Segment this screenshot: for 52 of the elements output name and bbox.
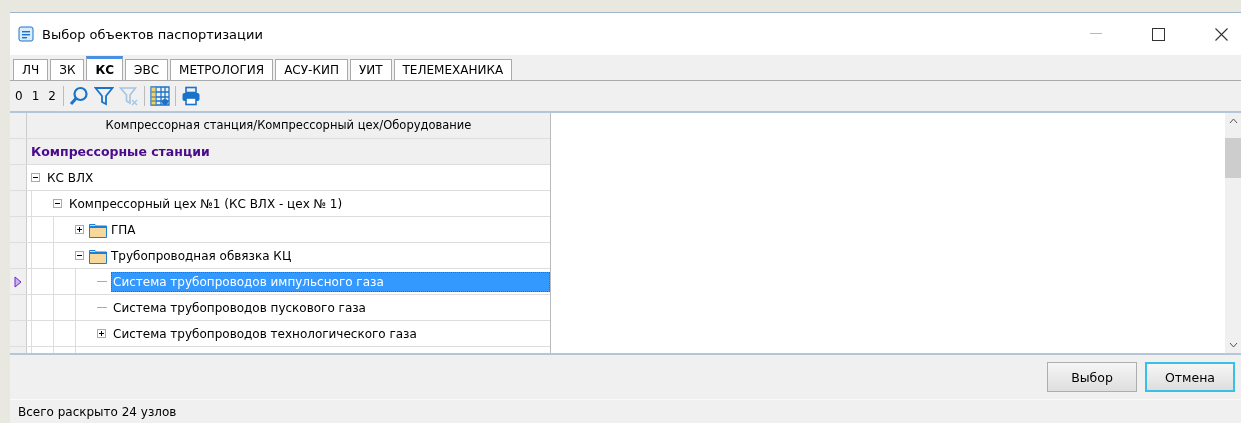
tab[interactable]: ЗК (50, 59, 85, 80)
collapse-icon[interactable] (53, 199, 62, 208)
tree-node[interactable]: Компрессорный цех №1 (КС ВЛХ - цех № 1) (67, 193, 345, 214)
scrollbar[interactable] (1225, 113, 1241, 353)
close-icon[interactable] (1215, 27, 1228, 41)
level-button[interactable]: 0 (13, 89, 25, 103)
maximize-icon[interactable] (1152, 27, 1165, 41)
collapse-icon[interactable] (75, 251, 84, 260)
window-title: Выбор объектов паспортизации (42, 26, 263, 42)
tree-node[interactable]: ГПА (109, 219, 138, 240)
tab[interactable]: ЭВС (125, 59, 169, 80)
scroll-up-icon[interactable] (1228, 118, 1238, 124)
tree-node[interactable]: Система трубопроводов пускового газа (111, 297, 368, 318)
grid-icon[interactable] (149, 86, 170, 106)
tree-node[interactable]: Трубопроводная обвязка КЦ (109, 245, 294, 266)
expand-icon[interactable] (75, 225, 84, 234)
row-header-cell (10, 165, 27, 190)
level-button[interactable]: 2 (46, 89, 58, 103)
scroll-down-icon[interactable] (1228, 342, 1238, 348)
group-heading: Компрессорные станции (31, 144, 210, 159)
row-header-cell (10, 217, 27, 242)
expand-icon[interactable] (97, 329, 106, 338)
tree-node[interactable]: Система трубопроводов технологического газа (111, 323, 419, 344)
tree-node[interactable]: КС ВЛХ (45, 167, 96, 188)
tree-row[interactable]: Система трубопроводов пускового газа (10, 295, 550, 321)
select-button[interactable]: Выбор (1047, 362, 1137, 392)
tab[interactable]: КС (86, 56, 124, 80)
tree-row[interactable]: Трубопроводная обвязка КЦ (10, 243, 550, 269)
form-icon (18, 26, 34, 42)
tree-row[interactable]: Компрессорный цех №1 (КС ВЛХ - цех № 1) (10, 191, 550, 217)
row-header-cell (10, 243, 27, 268)
tab[interactable]: ЛЧ (13, 59, 49, 80)
filter-icon[interactable] (93, 86, 114, 106)
level-button[interactable]: 1 (29, 89, 42, 103)
corner-cell (10, 113, 27, 138)
cancel-button[interactable]: Отмена (1145, 362, 1235, 392)
row-header-cell (10, 295, 27, 320)
printer-icon[interactable] (180, 86, 201, 106)
row-header-cell (10, 191, 27, 216)
scroll-thumb[interactable] (1225, 138, 1241, 178)
tree-row[interactable]: ГПА (10, 217, 550, 243)
tree-row[interactable]: Система трубопроводов технологического газа (10, 321, 550, 347)
status-text: Всего раскрыто 24 узлов (18, 405, 177, 419)
search-icon[interactable] (68, 86, 89, 106)
tab[interactable]: АСУ-КИП (275, 59, 348, 80)
tab[interactable]: ТЕЛЕМЕХАНИКА (393, 59, 513, 80)
column-header[interactable]: Компрессорная станция/Компрессорный цех/Оборудование (27, 113, 550, 138)
tree-row[interactable]: КС ВЛХ (10, 165, 550, 191)
tab[interactable]: УИТ (349, 59, 392, 80)
tab[interactable]: МЕТРОЛОГИЯ (170, 59, 274, 80)
collapse-icon[interactable] (31, 173, 40, 182)
row-header-cell (10, 321, 27, 346)
